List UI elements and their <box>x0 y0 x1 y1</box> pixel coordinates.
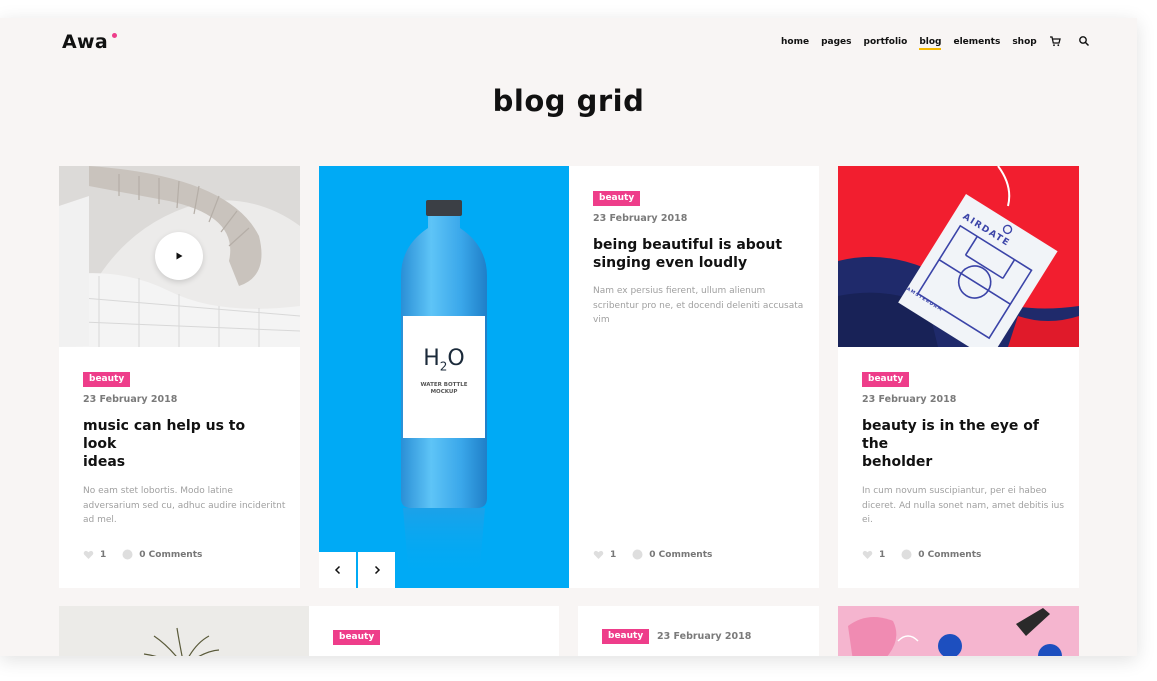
post-image-plant[interactable] <box>59 606 309 656</box>
category-badge[interactable]: beauty <box>862 372 910 387</box>
airdate-tag-photo <box>838 166 1079 347</box>
slider-next-button[interactable] <box>358 552 395 588</box>
post-title-line: music can help us to look <box>83 418 246 452</box>
post-card-beholder: AIRDATE AMSTERDAM beauty 23 February 201… <box>838 166 1079 588</box>
comment-icon <box>632 549 643 560</box>
category-badge[interactable]: beauty <box>83 372 131 387</box>
post-excerpt: Nam ex persius fierent, ullum alienum sc… <box>593 284 808 328</box>
excerpt-line: Nam ex persius fierent, ullum alienum <box>593 286 766 296</box>
post-title-line: ideas <box>83 454 126 470</box>
cart-icon[interactable] <box>1049 35 1061 47</box>
post-image-architecture[interactable] <box>59 166 300 347</box>
post-card-music: beauty 23 February 2018 music can help u… <box>59 166 300 588</box>
excerpt-line: adversarium sed cu, adhuc audire incider… <box>83 500 286 511</box>
category-badge[interactable]: beauty <box>593 191 641 206</box>
post-excerpt: In cum novum suscipiantur, per ei habeo … <box>862 484 1074 528</box>
excerpt-line: diceret. Ad nulla sonet nam, amet debiti… <box>862 500 1065 511</box>
post-title[interactable]: beauty is in the eye of the beholder <box>862 417 1067 471</box>
post-title-line: being beautiful is about <box>593 237 783 253</box>
nav-shop[interactable]: shop <box>1012 37 1036 50</box>
post-title[interactable]: music can help us to look ideas <box>83 417 283 471</box>
page-title: blog grid <box>492 84 645 118</box>
post-image-bottle[interactable]: H2O WATER BOTTLE MOCKUP <box>319 166 569 588</box>
post-title-line: singing even loudly <box>593 255 748 271</box>
post-meta: 1 0 Comments <box>593 549 712 560</box>
search-icon[interactable] <box>1078 35 1090 47</box>
heart-icon[interactable] <box>83 550 94 560</box>
chevron-right-icon <box>374 565 380 575</box>
post-card-row2-pink <box>838 606 1079 656</box>
play-button[interactable] <box>155 232 203 280</box>
post-meta: 1 0 Comments <box>862 549 981 560</box>
post-card-row2-text: beauty 23 February 2018 <box>578 606 819 656</box>
bottle-sub-line: WATER BOTTLE <box>420 382 468 388</box>
post-excerpt: No eam stet lobortis. Modo latine advers… <box>83 484 293 528</box>
bottle-sub-line: MOCKUP <box>430 389 458 395</box>
nav-pages[interactable]: pages <box>821 37 851 50</box>
nav-elements[interactable]: elements <box>953 37 1000 50</box>
comment-count[interactable]: 0 Comments <box>139 550 202 560</box>
plant-photo <box>59 606 309 656</box>
comment-count[interactable]: 0 Comments <box>649 550 712 560</box>
excerpt-line: In cum novum suscipiantur, per ei habeo <box>862 486 1047 496</box>
post-title-line: beauty is in the eye of the <box>862 418 1039 452</box>
excerpt-line: ei. <box>862 515 873 525</box>
sneakers-photo[interactable] <box>838 606 1079 656</box>
logo-dot <box>112 33 117 38</box>
post-date: 23 February 2018 <box>862 394 957 405</box>
heart-icon[interactable] <box>593 550 604 560</box>
post-card-row2-plant: beauty <box>59 606 559 656</box>
nav-blog[interactable]: blog <box>919 37 942 50</box>
post-title[interactable]: being beautiful is about singing even lo… <box>593 236 803 272</box>
excerpt-line: scribentur pro ne, et docendi deleniti a… <box>593 300 804 311</box>
heart-icon[interactable] <box>862 550 873 560</box>
slider-prev-button[interactable] <box>319 552 356 588</box>
category-badge[interactable]: beauty <box>333 630 381 645</box>
post-image-tag[interactable]: AIRDATE AMSTERDAM <box>838 166 1079 347</box>
comment-icon <box>901 549 912 560</box>
post-meta: 1 0 Comments <box>83 549 202 560</box>
excerpt-line: vim <box>593 315 610 325</box>
post-title-line: beholder <box>862 454 933 470</box>
comment-icon <box>122 549 133 560</box>
comment-count[interactable]: 0 Comments <box>918 550 981 560</box>
excerpt-line: No eam stet lobortis. Modo latine <box>83 486 233 496</box>
like-count: 1 <box>610 549 617 560</box>
post-card-beautiful: H2O WATER BOTTLE MOCKUP beauty 23 Februa… <box>319 166 819 588</box>
excerpt-line: ad mel. <box>83 515 117 525</box>
category-badge[interactable]: beauty <box>602 629 650 644</box>
bottle-sublabel: WATER BOTTLE MOCKUP <box>403 382 485 396</box>
nav-home[interactable]: home <box>781 37 809 50</box>
like-count: 1 <box>100 549 107 560</box>
post-date: 23 February 2018 <box>83 394 178 405</box>
like-count: 1 <box>879 549 886 560</box>
page-frame: Awa home pages portfolio blog elements s… <box>0 18 1137 656</box>
bottle-label: H2O <box>423 346 465 374</box>
post-date: 23 February 2018 <box>657 631 752 642</box>
main-nav: home pages portfolio blog elements shop <box>781 37 1037 50</box>
nav-portfolio[interactable]: portfolio <box>864 37 908 50</box>
logo[interactable]: Awa <box>62 31 108 53</box>
post-date: 23 February 2018 <box>593 213 688 224</box>
chevron-left-icon <box>334 565 340 575</box>
play-icon <box>176 252 183 260</box>
water-bottle-photo <box>319 166 569 588</box>
